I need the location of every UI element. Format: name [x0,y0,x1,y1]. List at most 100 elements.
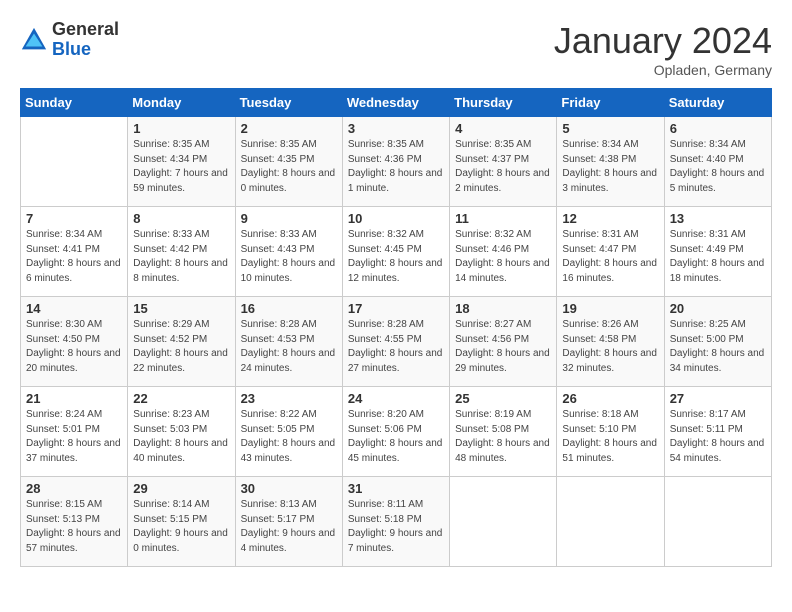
day-number: 2 [241,121,337,136]
logo-icon [20,26,48,54]
calendar-cell: 28Sunrise: 8:15 AMSunset: 5:13 PMDayligh… [21,477,128,567]
weekday-header: Sunday [21,89,128,117]
calendar-cell: 30 Sunrise: 8:13 AMSunset: 5:17 PMDayligh… [235,477,342,567]
day-number: 8 [133,211,229,226]
day-number: 14 [26,301,122,316]
logo-blue: Blue [52,40,119,60]
weekday-header-row: SundayMondayTuesdayWednesdayThursdayFrid… [21,89,772,117]
calendar-cell: 5 Sunrise: 8:34 AMSunset: 4:38 PMDaylight… [557,117,664,207]
day-number: 7 [26,211,122,226]
day-info: Sunrise: 8:31 AMSunset: 4:47 PMDaylight:… [562,228,658,286]
page-header: General Blue January 2024 Opladen, Germa… [20,20,772,78]
day-number: 4 [455,121,551,136]
calendar-table: SundayMondayTuesdayWednesdayThursdayFrid… [20,88,772,567]
day-info: Sunrise: 8:26 AMSunset: 4:58 PMDaylight:… [562,318,658,376]
day-info: Sunrise: 8:32 AMSunset: 4:46 PMDaylight:… [455,228,551,286]
day-info: Sunrise: 8:25 AMSunset: 5:00 PMDaylight:… [670,318,766,376]
day-number: 19 [562,301,658,316]
calendar-cell: 31 Sunrise: 8:11 AMSunset: 5:18 PMDayligh… [342,477,449,567]
day-number: 20 [670,301,766,316]
calendar-cell [557,477,664,567]
calendar-week-row: 7 Sunrise: 8:34 AMSunset: 4:41 PMDaylight… [21,207,772,297]
day-info: Sunrise: 8:33 AMSunset: 4:43 PMDaylight:… [241,228,337,286]
day-info: Sunrise: 8:22 AMSunset: 5:05 PMDaylight:… [241,408,337,466]
calendar-week-row: 1Sunrise: 8:35 AMSunset: 4:34 PMDaylight… [21,117,772,207]
day-info: Sunrise: 8:19 AMSunset: 5:08 PMDaylight:… [455,408,551,466]
day-info: Sunrise: 8:20 AMSunset: 5:06 PMDaylight:… [348,408,444,466]
day-info: Sunrise: 8:27 AMSunset: 4:56 PMDaylight:… [455,318,551,376]
day-info: Sunrise: 8:34 AMSunset: 4:38 PMDaylight:… [562,138,658,196]
location: Opladen, Germany [554,62,772,78]
calendar-cell: 27 Sunrise: 8:17 AMSunset: 5:11 PMDayligh… [664,387,771,477]
calendar-cell: 2 Sunrise: 8:35 AMSunset: 4:35 PMDaylight… [235,117,342,207]
calendar-cell: 15 Sunrise: 8:29 AMSunset: 4:52 PMDayligh… [128,297,235,387]
day-number: 22 [133,391,229,406]
day-number: 13 [670,211,766,226]
calendar-cell: 11 Sunrise: 8:32 AMSunset: 4:46 PMDayligh… [450,207,557,297]
day-info: Sunrise: 8:35 AMSunset: 4:35 PMDaylight:… [241,138,337,196]
calendar-cell: 3 Sunrise: 8:35 AMSunset: 4:36 PMDaylight… [342,117,449,207]
weekday-header: Saturday [664,89,771,117]
calendar-cell: 6 Sunrise: 8:34 AMSunset: 4:40 PMDaylight… [664,117,771,207]
day-number: 21 [26,391,122,406]
day-info: Sunrise: 8:35 AMSunset: 4:36 PMDaylight:… [348,138,444,196]
calendar-cell [450,477,557,567]
day-number: 5 [562,121,658,136]
weekday-header: Thursday [450,89,557,117]
calendar-cell: 1Sunrise: 8:35 AMSunset: 4:34 PMDaylight… [128,117,235,207]
logo-general: General [52,20,119,40]
day-number: 27 [670,391,766,406]
day-info: Sunrise: 8:28 AMSunset: 4:55 PMDaylight:… [348,318,444,376]
day-number: 26 [562,391,658,406]
calendar-cell: 19 Sunrise: 8:26 AMSunset: 4:58 PMDayligh… [557,297,664,387]
calendar-cell: 23 Sunrise: 8:22 AMSunset: 5:05 PMDayligh… [235,387,342,477]
day-number: 31 [348,481,444,496]
day-number: 24 [348,391,444,406]
day-number: 11 [455,211,551,226]
calendar-cell [664,477,771,567]
day-info: Sunrise: 8:15 AMSunset: 5:13 PMDaylight:… [26,498,122,556]
title-block: January 2024 Opladen, Germany [554,20,772,78]
calendar-cell: 10Sunrise: 8:32 AMSunset: 4:45 PMDayligh… [342,207,449,297]
day-info: Sunrise: 8:29 AMSunset: 4:52 PMDaylight:… [133,318,229,376]
day-info: Sunrise: 8:35 AMSunset: 4:37 PMDaylight:… [455,138,551,196]
day-number: 23 [241,391,337,406]
day-number: 15 [133,301,229,316]
day-info: Sunrise: 8:33 AMSunset: 4:42 PMDaylight:… [133,228,229,286]
calendar-cell: 9Sunrise: 8:33 AMSunset: 4:43 PMDaylight… [235,207,342,297]
weekday-header: Friday [557,89,664,117]
day-info: Sunrise: 8:31 AMSunset: 4:49 PMDaylight:… [670,228,766,286]
logo-text: General Blue [52,20,119,60]
calendar-cell: 20 Sunrise: 8:25 AMSunset: 5:00 PMDayligh… [664,297,771,387]
day-number: 25 [455,391,551,406]
weekday-header: Wednesday [342,89,449,117]
day-info: Sunrise: 8:24 AMSunset: 5:01 PMDaylight:… [26,408,122,466]
day-number: 3 [348,121,444,136]
day-info: Sunrise: 8:17 AMSunset: 5:11 PMDaylight:… [670,408,766,466]
calendar-cell: 22 Sunrise: 8:23 AMSunset: 5:03 PMDayligh… [128,387,235,477]
weekday-header: Monday [128,89,235,117]
day-number: 6 [670,121,766,136]
calendar-cell: 13 Sunrise: 8:31 AMSunset: 4:49 PMDayligh… [664,207,771,297]
calendar-week-row: 28Sunrise: 8:15 AMSunset: 5:13 PMDayligh… [21,477,772,567]
calendar-cell: 7 Sunrise: 8:34 AMSunset: 4:41 PMDaylight… [21,207,128,297]
day-info: Sunrise: 8:34 AMSunset: 4:41 PMDaylight:… [26,228,122,286]
day-info: Sunrise: 8:23 AMSunset: 5:03 PMDaylight:… [133,408,229,466]
day-info: Sunrise: 8:30 AMSunset: 4:50 PMDaylight:… [26,318,122,376]
month-title: January 2024 [554,20,772,62]
weekday-header: Tuesday [235,89,342,117]
calendar-week-row: 21 Sunrise: 8:24 AMSunset: 5:01 PMDayligh… [21,387,772,477]
day-number: 17 [348,301,444,316]
day-info: Sunrise: 8:34 AMSunset: 4:40 PMDaylight:… [670,138,766,196]
calendar-cell: 17 Sunrise: 8:28 AMSunset: 4:55 PMDayligh… [342,297,449,387]
calendar-cell: 24 Sunrise: 8:20 AMSunset: 5:06 PMDayligh… [342,387,449,477]
calendar-cell: 21 Sunrise: 8:24 AMSunset: 5:01 PMDayligh… [21,387,128,477]
calendar-cell: 16Sunrise: 8:28 AMSunset: 4:53 PMDayligh… [235,297,342,387]
day-number: 30 [241,481,337,496]
day-info: Sunrise: 8:11 AMSunset: 5:18 PMDaylight:… [348,498,444,556]
day-number: 1 [133,121,229,136]
day-info: Sunrise: 8:13 AMSunset: 5:17 PMDaylight:… [241,498,337,556]
day-info: Sunrise: 8:18 AMSunset: 5:10 PMDaylight:… [562,408,658,466]
calendar-cell: 8 Sunrise: 8:33 AMSunset: 4:42 PMDaylight… [128,207,235,297]
day-number: 18 [455,301,551,316]
